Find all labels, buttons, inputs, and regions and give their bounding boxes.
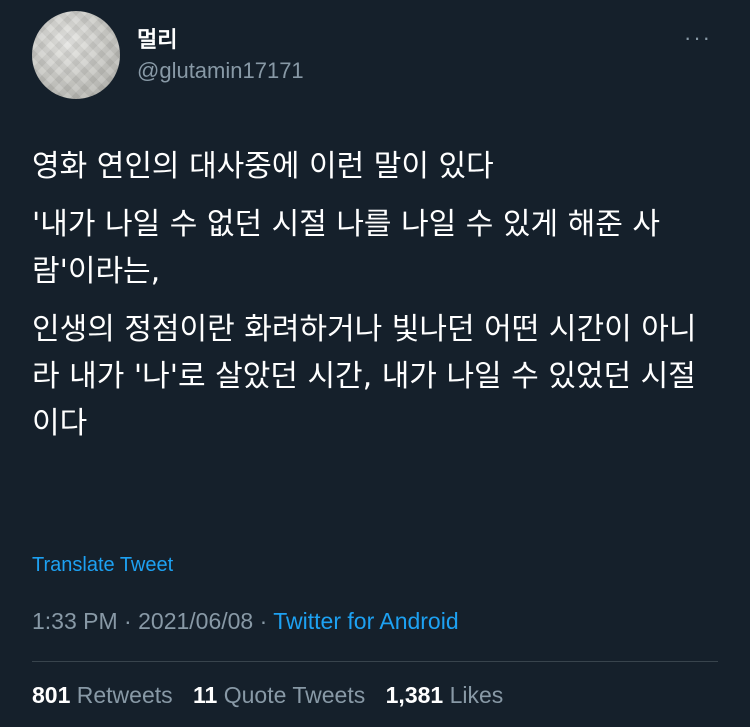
likes-count: 1,381	[385, 682, 444, 708]
more-options-icon[interactable]: ···	[684, 27, 712, 49]
author-handle[interactable]: @glutamin17171	[137, 58, 304, 84]
tweet-time[interactable]: 1:33 PM	[32, 608, 118, 634]
tweet-paragraph: '내가 나일 수 없던 시절 나를 나일 수 있게 해준 사람'이라는,	[32, 207, 661, 289]
tweet-paragraph: 영화 연인의 대사중에 이런 말이 있다	[32, 149, 494, 184]
avatar[interactable]	[32, 11, 120, 99]
tweet-source-link[interactable]: Twitter for Android	[273, 608, 458, 634]
tweet-text: 영화 연인의 대사중에 이런 말이 있다 '내가 나일 수 없던 시절 나를 나…	[32, 143, 722, 458]
meta-separator: ·	[253, 608, 274, 634]
retweets-stat[interactable]: 801 Retweets	[32, 682, 173, 708]
likes-stat[interactable]: 1,381 Likes	[386, 682, 504, 708]
retweets-count: 801	[32, 682, 71, 708]
translate-tweet-link[interactable]: Translate Tweet	[32, 554, 173, 577]
quote-tweets-count: 11	[193, 682, 218, 708]
tweet-metadata: 1:33 PM · 2021/06/08 · Twitter for Andro…	[32, 608, 459, 635]
tweet-paragraph: 인생의 정점이란 화려하거나 빛나던 어떤 시간이 아니라 내가 '나'로 살았…	[32, 312, 697, 441]
quote-tweets-stat[interactable]: 11 Quote Tweets	[193, 682, 365, 708]
divider	[32, 661, 718, 662]
meta-separator: ·	[117, 608, 139, 634]
tweet-date[interactable]: 2021/06/08	[138, 608, 253, 634]
retweets-label: Retweets	[76, 682, 173, 708]
engagement-stats: 801 Retweets 11 Quote Tweets 1,381 Likes	[32, 682, 517, 709]
author-display-name[interactable]: 멀리	[137, 22, 177, 54]
quote-tweets-label: Quote Tweets	[223, 682, 366, 708]
likes-label: Likes	[449, 682, 504, 708]
